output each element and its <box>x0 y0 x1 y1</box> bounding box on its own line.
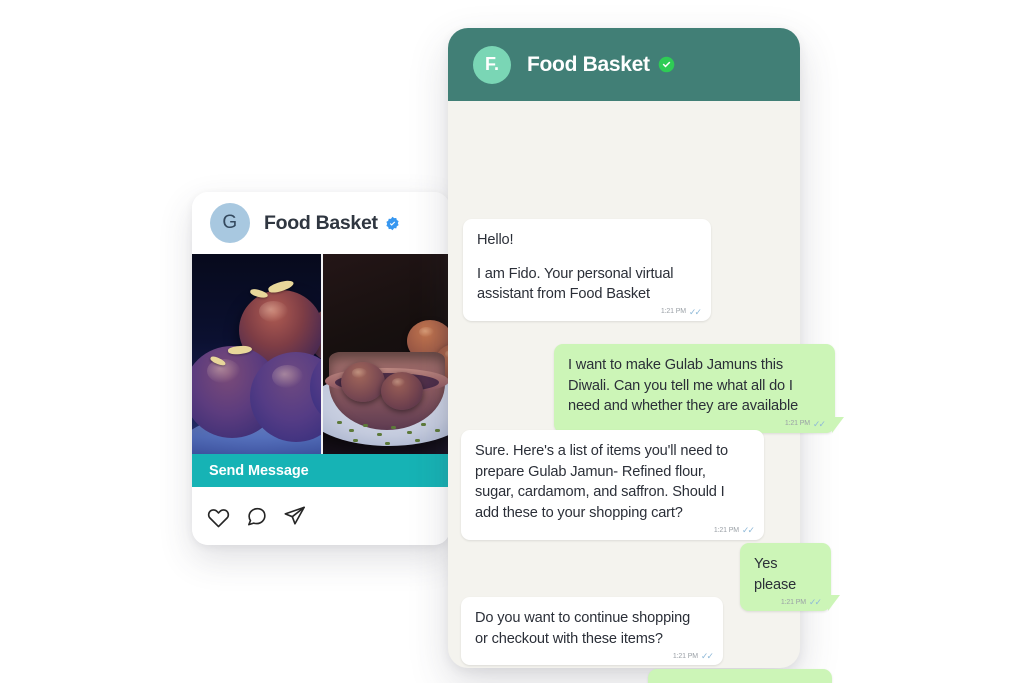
chat-message-outgoing[interactable]: I want to make Gulab Jamuns this Diwali.… <box>554 344 844 434</box>
pistachio-crumb <box>407 431 412 434</box>
share-icon[interactable] <box>283 505 306 528</box>
screenshot-canvas: G Food Basket Send Message F. Food Baske… <box>0 0 1024 683</box>
pistachio-crumb <box>435 429 440 432</box>
message-meta: 1:21 PM ✓✓ <box>780 596 822 608</box>
message-line: I want to make Gulab Jamuns this <box>568 357 784 373</box>
message-meta: 1:21 PM ✓✓ <box>784 418 826 429</box>
chat-message-incoming[interactable]: Do you want to continue shopping or chec… <box>461 597 723 666</box>
double-check-icon: ✓✓ <box>688 306 702 317</box>
message-line: sugar, cardamom, and saffron. Should I <box>475 484 725 501</box>
message-line: need and whether they are available <box>568 398 799 415</box>
post-photo-left <box>192 254 321 454</box>
message-timestamp: 1:21 PM <box>780 598 806 606</box>
double-check-icon: ✓✓ <box>812 418 826 429</box>
message-line: Yes please <box>754 556 797 593</box>
message-line: assistant from Food Basket <box>477 286 650 303</box>
message-line: Sure. Here's a list of items you'll need… <box>475 443 729 459</box>
chat-header: F. Food Basket <box>448 28 800 101</box>
pistachio-crumb <box>391 426 396 429</box>
social-card-header: G Food Basket <box>192 192 450 254</box>
message-meta: 1:21 PM ✓✓ <box>713 525 755 536</box>
like-icon[interactable] <box>207 505 230 528</box>
pistachio-crumb <box>363 424 368 427</box>
pistachio-crumb <box>353 439 358 442</box>
send-message-label: Send Message <box>209 462 309 479</box>
gulab-jamun <box>341 362 385 402</box>
avatar[interactable]: G <box>210 203 250 243</box>
message-meta: 1:21 PM ✓✓ <box>672 650 714 662</box>
double-check-icon: ✓✓ <box>700 650 714 661</box>
message-line: Hello! <box>477 232 514 248</box>
message-line: or checkout with these items? <box>475 630 663 647</box>
message-line-break <box>477 251 697 264</box>
verified-badge-green-icon <box>658 56 675 73</box>
message-line: I am Fido. Your personal virtual <box>477 265 674 282</box>
post-media[interactable] <box>192 254 450 454</box>
double-check-icon: ✓✓ <box>808 596 822 607</box>
double-check-icon: ✓✓ <box>741 525 755 536</box>
chat-panel: F. Food Basket Hello! I am Fido. Your pe… <box>448 28 844 683</box>
chat-message-incoming[interactable]: Hello! I am Fido. Your personal virtual … <box>463 219 711 322</box>
comment-icon[interactable] <box>245 505 268 528</box>
send-message-button[interactable]: Send Message <box>192 454 450 487</box>
message-timestamp: 1:21 PM <box>784 420 810 428</box>
chat-message-outgoing[interactable]: Checkout with these items 1:21 PM ✓✓ <box>648 669 832 683</box>
pistachio-crumb <box>377 433 382 436</box>
post-action-bar <box>192 487 450 545</box>
pistachio-crumb <box>385 442 390 445</box>
message-meta: 1:21 PM ✓✓ <box>660 306 702 317</box>
pistachio-crumb <box>415 439 420 442</box>
social-post-card: G Food Basket Send Message <box>192 192 450 545</box>
message-timestamp: 1:21 PM <box>660 308 686 316</box>
avatar[interactable]: F. <box>473 45 511 84</box>
pistachio-crumb <box>337 421 342 424</box>
pistachio-crumb <box>349 429 354 432</box>
message-line: Diwali. Can you tell me what all do I <box>568 377 793 394</box>
message-line: prepare Gulab Jamun- Refined flour, <box>475 463 706 480</box>
chat-message-incoming[interactable]: Sure. Here's a list of items you'll need… <box>461 430 764 540</box>
chat-contact-name: Food Basket <box>527 52 650 76</box>
pistachio-crumb <box>421 423 426 426</box>
post-photo-right <box>321 254 450 454</box>
message-timestamp: 1:21 PM <box>672 652 698 660</box>
message-line: add these to your shopping cart? <box>475 505 683 522</box>
message-timestamp: 1:21 PM <box>713 526 739 534</box>
chat-message-list[interactable]: Hello! I am Fido. Your personal virtual … <box>448 101 844 683</box>
message-line: Do you want to continue shopping <box>475 610 691 626</box>
account-name: Food Basket <box>264 211 378 234</box>
chat-message-outgoing[interactable]: Yes please 1:21 PM ✓✓ <box>740 543 840 612</box>
gulab-jamun <box>381 372 423 410</box>
verified-badge-blue-icon <box>385 216 400 231</box>
